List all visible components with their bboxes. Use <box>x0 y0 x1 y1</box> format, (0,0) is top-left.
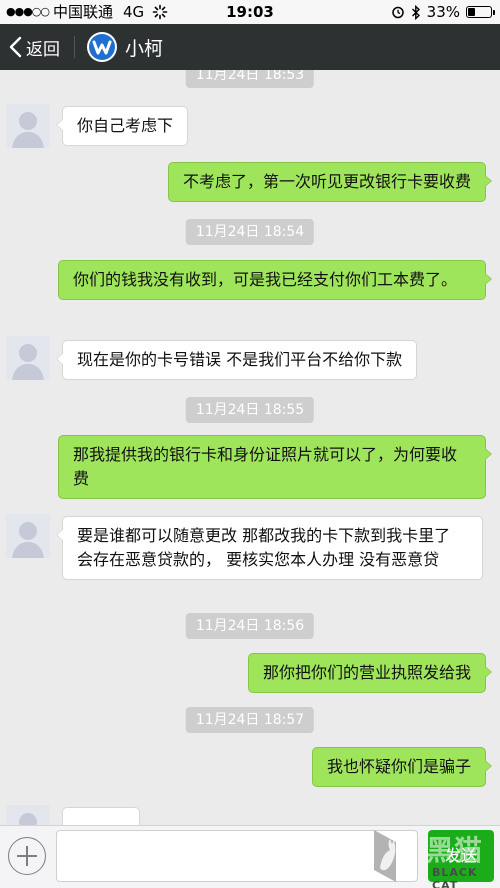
avatar[interactable] <box>6 104 50 148</box>
back-button[interactable]: 返回 <box>8 35 60 60</box>
back-label: 返回 <box>26 39 60 60</box>
account-logo-icon <box>87 32 117 62</box>
avatar[interactable] <box>6 805 50 825</box>
watermark-label: BLACK CAT <box>432 866 478 888</box>
timestamp: 11月24日 18:55 <box>185 397 315 423</box>
message-bubble-incoming[interactable] <box>62 807 140 825</box>
chevron-left-icon <box>9 36 22 58</box>
avatar[interactable] <box>6 336 50 380</box>
battery-icon <box>466 6 495 18</box>
message-bubble-outgoing[interactable]: 你们的钱我没有收到，可是我已经支付你们工本费了。 <box>58 260 492 300</box>
input-bar: 发送 <box>0 825 500 888</box>
avatar[interactable] <box>6 514 50 558</box>
message-input[interactable] <box>56 830 418 882</box>
message-bubble-outgoing[interactable]: 那我提供我的银行卡和身份证照片就可以了，为何要收费 <box>58 435 492 499</box>
timestamp: 11月24日 18:57 <box>185 707 315 733</box>
alarm-icon <box>391 5 405 19</box>
message-bubble-outgoing[interactable]: 不考虑了，第一次听见更改银行卡要收费 <box>167 162 493 202</box>
chat-message-list[interactable]: 11月24日 18:53 你自己考虑下 不考虑了，第一次听见更改银行卡要收费 1… <box>0 70 500 825</box>
timestamp: 11月24日 18:53 <box>185 70 315 88</box>
plus-icon[interactable] <box>8 837 46 875</box>
message-bubble-outgoing[interactable]: 那你把你们的营业执照发给我 <box>247 653 493 693</box>
message-bubble-incoming[interactable]: 现在是你的卡号错误 不是我们平台不给你下款 <box>55 340 418 380</box>
navigation-bar: 返回 小柯 <box>0 24 500 70</box>
timestamp: 11月24日 18:54 <box>185 219 315 245</box>
status-bar: ●●●○○ 中国联通 4G 19:03 33% <box>0 0 500 24</box>
message-bubble-outgoing[interactable]: 我也怀疑你们是骗子 <box>311 747 493 787</box>
message-bubble-incoming[interactable]: 你自己考虑下 <box>55 106 189 146</box>
nav-divider <box>74 36 75 58</box>
message-bubble-incoming[interactable]: 要是谁都可以随意更改 那都改我的卡下款到我卡里了 会存在恶意贷款的， 要核实您本… <box>56 516 483 580</box>
timestamp: 11月24日 18:56 <box>185 613 315 639</box>
battery-percent: 33% <box>426 3 460 21</box>
chat-title: 小柯 <box>125 37 164 60</box>
bluetooth-icon <box>411 4 421 20</box>
